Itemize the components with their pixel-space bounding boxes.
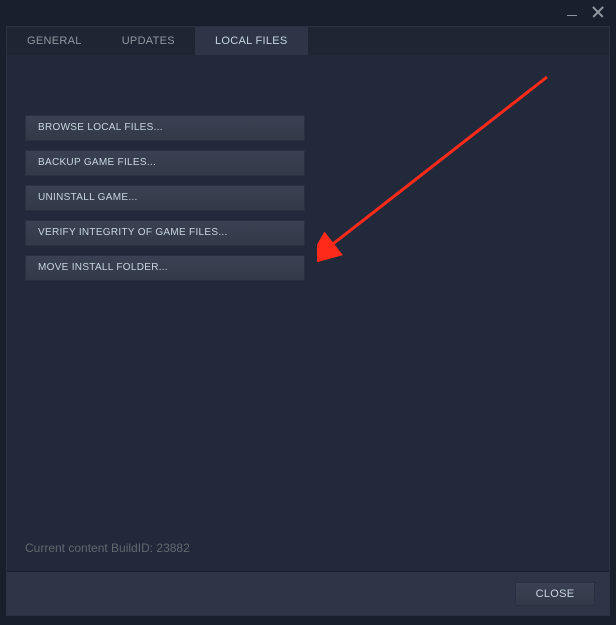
tabs-bar: GENERAL UPDATES LOCAL FILES	[7, 27, 609, 55]
browse-local-files-button[interactable]: BROWSE LOCAL FILES...	[25, 115, 305, 141]
minimize-icon[interactable]	[564, 4, 580, 20]
tab-general[interactable]: GENERAL	[7, 27, 102, 55]
build-id-label: Current content BuildID: 23882	[25, 541, 190, 555]
tab-updates[interactable]: UPDATES	[102, 27, 195, 55]
uninstall-game-button[interactable]: UNINSTALL GAME...	[25, 185, 305, 211]
close-icon[interactable]	[590, 4, 606, 20]
window-body: GENERAL UPDATES LOCAL FILES BROWSE LOCAL…	[6, 26, 610, 616]
titlebar	[0, 0, 616, 24]
tab-content-local-files: BROWSE LOCAL FILES... BACKUP GAME FILES.…	[7, 55, 609, 281]
tab-local-files[interactable]: LOCAL FILES	[195, 27, 308, 55]
verify-integrity-button[interactable]: VERIFY INTEGRITY OF GAME FILES...	[25, 220, 305, 246]
backup-game-files-button[interactable]: BACKUP GAME FILES...	[25, 150, 305, 176]
move-install-folder-button[interactable]: MOVE INSTALL FOLDER...	[25, 255, 305, 281]
footer: CLOSE	[7, 571, 609, 615]
close-button[interactable]: CLOSE	[515, 582, 595, 606]
